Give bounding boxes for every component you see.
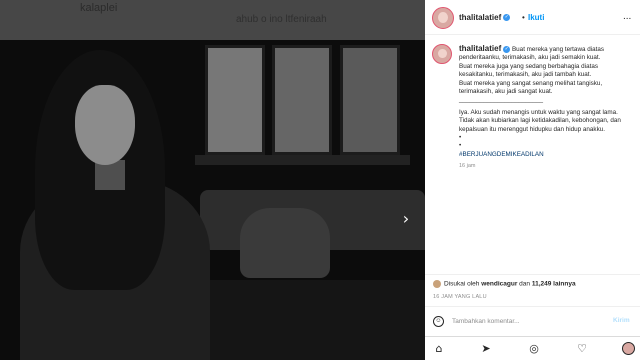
post-caption: thalitalatief ✓ Buat mereka yang tertawa … (459, 44, 634, 171)
caption-bullet: • (459, 142, 462, 150)
window-pane (340, 45, 400, 155)
person-face (75, 85, 135, 165)
caption-line: Iya. Aku sudah menangis untuk waktu yang… (459, 108, 618, 116)
bag-shape (240, 208, 330, 278)
more-options-icon[interactable]: ... (623, 11, 631, 22)
screen: kalaplei ahub o ino ltfeniraah › thalita… (0, 0, 640, 360)
separator-dot: • (522, 13, 525, 22)
caption-avatar[interactable] (432, 44, 452, 64)
likes-summary: Disukai oleh wendicagur dan 11,249 lainn… (433, 280, 576, 288)
comment-row: ☺ Kirim (425, 310, 640, 334)
caption-line: Buat mereka juga yang sedang berbahagia … (459, 62, 598, 79)
post-comment-button[interactable]: Kirim (613, 317, 630, 324)
username-link[interactable]: thalitalatief (459, 13, 501, 22)
post-media[interactable]: › (0, 40, 425, 360)
profile-avatar[interactable] (622, 342, 635, 355)
caption-divider: ________________________ (459, 96, 544, 104)
likes-count-link[interactable]: 11,249 lainnya (532, 281, 576, 288)
caption-bullet: • (459, 134, 462, 142)
caption-line: Tidak akan kubiarkan lagi ketidakadilan,… (459, 117, 621, 133)
window-pane (205, 45, 265, 155)
background-subtitle: ahub o ino ltfeniraah (236, 14, 327, 25)
verified-badge-icon: ✓ (503, 14, 511, 22)
comment-input[interactable] (452, 314, 612, 328)
verified-badge-icon: ✓ (503, 45, 511, 53)
explore-icon[interactable]: ◎ (527, 342, 541, 356)
likes-prefix: Disukai oleh (444, 280, 480, 288)
caption-line: Buat mereka yang sangat senang melihat t… (459, 79, 603, 96)
post-header: thalitalatief ✓ • Ikuti ... (425, 0, 640, 35)
liker-avatar (433, 280, 441, 288)
liker-username-link[interactable]: wendicagur (481, 281, 517, 288)
caption-username[interactable]: thalitalatief (459, 44, 501, 53)
window-pane (272, 45, 332, 155)
heart-icon[interactable]: ♡ (575, 342, 589, 356)
post-panel: thalitalatief ✓ • Ikuti ... thalitalatief… (425, 0, 640, 360)
divider (425, 306, 640, 307)
divider (425, 274, 640, 275)
follow-button[interactable]: Ikuti (528, 13, 544, 22)
home-icon[interactable]: ⌂ (432, 342, 446, 356)
header-user: thalitalatief ✓ (459, 13, 511, 22)
background-title: kalaplei (80, 2, 118, 14)
next-arrow-icon[interactable]: › (397, 210, 415, 228)
caption-time: 16 jam (459, 163, 476, 170)
send-icon[interactable]: ➤ (479, 342, 493, 356)
window-frame (195, 155, 410, 165)
emoji-icon[interactable]: ☺ (433, 316, 444, 327)
floor-shape (200, 280, 425, 360)
avatar[interactable] (432, 7, 454, 29)
posted-ago: 16 JAM YANG LALU (433, 294, 487, 300)
likes-and: dan (519, 280, 531, 288)
hashtag-link[interactable]: #BERJUANGDEMIKEADILAN (459, 151, 634, 159)
bottom-nav: ⌂ ➤ ◎ ♡ (425, 336, 640, 360)
